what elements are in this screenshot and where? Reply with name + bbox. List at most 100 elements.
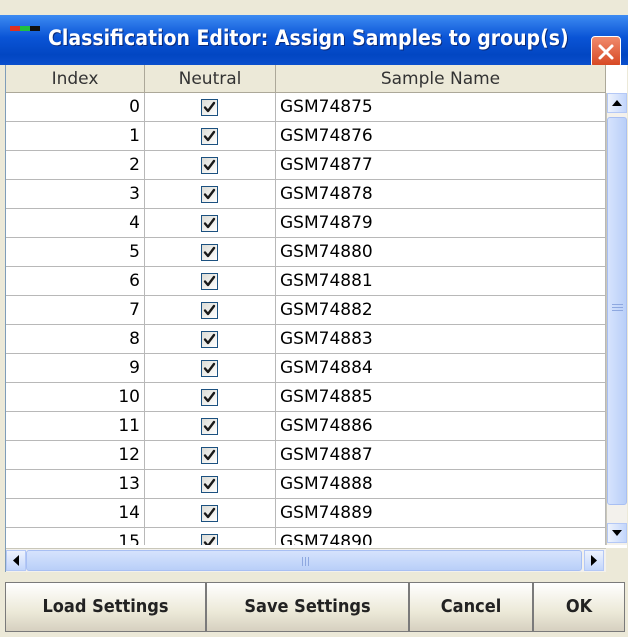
table-row[interactable]: 9 GSM74884 bbox=[6, 354, 606, 383]
table-row[interactable]: 15 GSM74890 bbox=[6, 528, 606, 545]
close-button[interactable] bbox=[591, 36, 621, 68]
index-cell[interactable]: 6 bbox=[6, 267, 145, 296]
sample-name-cell[interactable]: GSM74881 bbox=[276, 267, 606, 296]
scroll-right-button[interactable] bbox=[584, 550, 604, 571]
index-cell[interactable]: 15 bbox=[6, 528, 145, 545]
neutral-cell bbox=[145, 354, 276, 383]
sample-name-cell[interactable]: GSM74890 bbox=[276, 528, 606, 545]
index-cell[interactable]: 9 bbox=[6, 354, 145, 383]
column-header-index[interactable]: Index bbox=[6, 65, 145, 93]
neutral-checkbox[interactable] bbox=[201, 418, 218, 435]
index-cell[interactable]: 14 bbox=[6, 499, 145, 528]
neutral-cell bbox=[145, 296, 276, 325]
sample-name-cell[interactable]: GSM74882 bbox=[276, 296, 606, 325]
table-row[interactable]: 0 GSM74875 bbox=[6, 93, 606, 122]
checkmark-icon bbox=[203, 275, 216, 287]
scroll-left-icon bbox=[13, 555, 19, 566]
neutral-checkbox[interactable] bbox=[201, 244, 218, 261]
neutral-checkbox[interactable] bbox=[201, 505, 218, 522]
horizontal-scroll-thumb[interactable] bbox=[26, 550, 582, 571]
save-settings-button[interactable]: Save Settings bbox=[206, 582, 409, 632]
table-row[interactable]: 5 GSM74880 bbox=[6, 238, 606, 267]
neutral-checkbox[interactable] bbox=[201, 186, 218, 203]
neutral-cell bbox=[145, 93, 276, 122]
index-cell[interactable]: 1 bbox=[6, 122, 145, 151]
cancel-button[interactable]: Cancel bbox=[409, 582, 533, 632]
ok-button[interactable]: OK bbox=[533, 582, 625, 632]
index-cell[interactable]: 4 bbox=[6, 209, 145, 238]
scroll-up-button[interactable] bbox=[607, 93, 627, 113]
thumb-grip bbox=[612, 310, 623, 311]
checkmark-icon bbox=[203, 333, 216, 345]
title-bar[interactable]: Classification Editor: Assign Samples to… bbox=[0, 15, 628, 68]
sample-name-cell[interactable]: GSM74878 bbox=[276, 180, 606, 209]
vertical-scroll-thumb[interactable] bbox=[607, 117, 627, 505]
sample-name-cell[interactable]: GSM74888 bbox=[276, 470, 606, 499]
column-header-sample-name[interactable]: Sample Name bbox=[276, 65, 606, 93]
sample-name-cell[interactable]: GSM74880 bbox=[276, 238, 606, 267]
neutral-cell bbox=[145, 441, 276, 470]
table-row[interactable]: 2 GSM74877 bbox=[6, 151, 606, 180]
index-cell[interactable]: 12 bbox=[6, 441, 145, 470]
sample-name-cell[interactable]: GSM74885 bbox=[276, 383, 606, 412]
table-row[interactable]: 14 GSM74889 bbox=[6, 499, 606, 528]
table-row[interactable]: 7 GSM74882 bbox=[6, 296, 606, 325]
scroll-right-icon bbox=[591, 555, 597, 566]
table-row[interactable]: 4 GSM74879 bbox=[6, 209, 606, 238]
index-cell[interactable]: 0 bbox=[6, 93, 145, 122]
neutral-checkbox[interactable] bbox=[201, 157, 218, 174]
neutral-checkbox[interactable] bbox=[201, 389, 218, 406]
table-row[interactable]: 13 GSM74888 bbox=[6, 470, 606, 499]
sample-name-cell[interactable]: GSM74889 bbox=[276, 499, 606, 528]
scroll-down-button[interactable] bbox=[607, 523, 627, 543]
sample-name-cell[interactable]: GSM74879 bbox=[276, 209, 606, 238]
table-row[interactable]: 8 GSM74883 bbox=[6, 325, 606, 354]
sample-name-cell[interactable]: GSM74884 bbox=[276, 354, 606, 383]
index-cell[interactable]: 13 bbox=[6, 470, 145, 499]
index-cell[interactable]: 2 bbox=[6, 151, 145, 180]
neutral-checkbox[interactable] bbox=[201, 302, 218, 319]
neutral-cell bbox=[145, 209, 276, 238]
neutral-checkbox[interactable] bbox=[201, 331, 218, 348]
sample-name-cell[interactable]: GSM74876 bbox=[276, 122, 606, 151]
neutral-checkbox[interactable] bbox=[201, 128, 218, 145]
vertical-scrollbar[interactable] bbox=[606, 93, 627, 545]
index-cell[interactable]: 10 bbox=[6, 383, 145, 412]
checkmark-icon bbox=[203, 217, 216, 229]
scroll-up-icon bbox=[612, 100, 622, 106]
scroll-left-button[interactable] bbox=[6, 550, 26, 571]
sample-name-cell[interactable]: GSM74877 bbox=[276, 151, 606, 180]
column-header-neutral[interactable]: Neutral bbox=[145, 65, 276, 93]
table-row[interactable]: 1 GSM74876 bbox=[6, 122, 606, 151]
sample-name-cell[interactable]: GSM74875 bbox=[276, 93, 606, 122]
neutral-checkbox[interactable] bbox=[201, 476, 218, 493]
neutral-checkbox[interactable] bbox=[201, 534, 218, 545]
table-row[interactable]: 3 GSM74878 bbox=[6, 180, 606, 209]
checkmark-icon bbox=[203, 391, 216, 403]
table-row[interactable]: 11 GSM74886 bbox=[6, 412, 606, 441]
neutral-checkbox[interactable] bbox=[201, 447, 218, 464]
neutral-checkbox[interactable] bbox=[201, 99, 218, 116]
index-cell[interactable]: 5 bbox=[6, 238, 145, 267]
index-cell[interactable]: 8 bbox=[6, 325, 145, 354]
checkmark-icon bbox=[203, 478, 216, 490]
neutral-checkbox[interactable] bbox=[201, 215, 218, 232]
close-icon bbox=[598, 44, 614, 60]
neutral-cell bbox=[145, 470, 276, 499]
index-cell[interactable]: 11 bbox=[6, 412, 145, 441]
sample-name-cell[interactable]: GSM74887 bbox=[276, 441, 606, 470]
neutral-cell bbox=[145, 122, 276, 151]
table-row[interactable]: 10 GSM74885 bbox=[6, 383, 606, 412]
checkmark-icon bbox=[203, 362, 216, 374]
table-row[interactable]: 12 GSM74887 bbox=[6, 441, 606, 470]
checkmark-icon bbox=[203, 159, 216, 171]
load-settings-button[interactable]: Load Settings bbox=[5, 582, 206, 632]
index-cell[interactable]: 7 bbox=[6, 296, 145, 325]
sample-name-cell[interactable]: GSM74886 bbox=[276, 412, 606, 441]
neutral-checkbox[interactable] bbox=[201, 360, 218, 377]
horizontal-scrollbar[interactable] bbox=[6, 548, 606, 572]
table-row[interactable]: 6 GSM74881 bbox=[6, 267, 606, 296]
neutral-checkbox[interactable] bbox=[201, 273, 218, 290]
sample-name-cell[interactable]: GSM74883 bbox=[276, 325, 606, 354]
index-cell[interactable]: 3 bbox=[6, 180, 145, 209]
